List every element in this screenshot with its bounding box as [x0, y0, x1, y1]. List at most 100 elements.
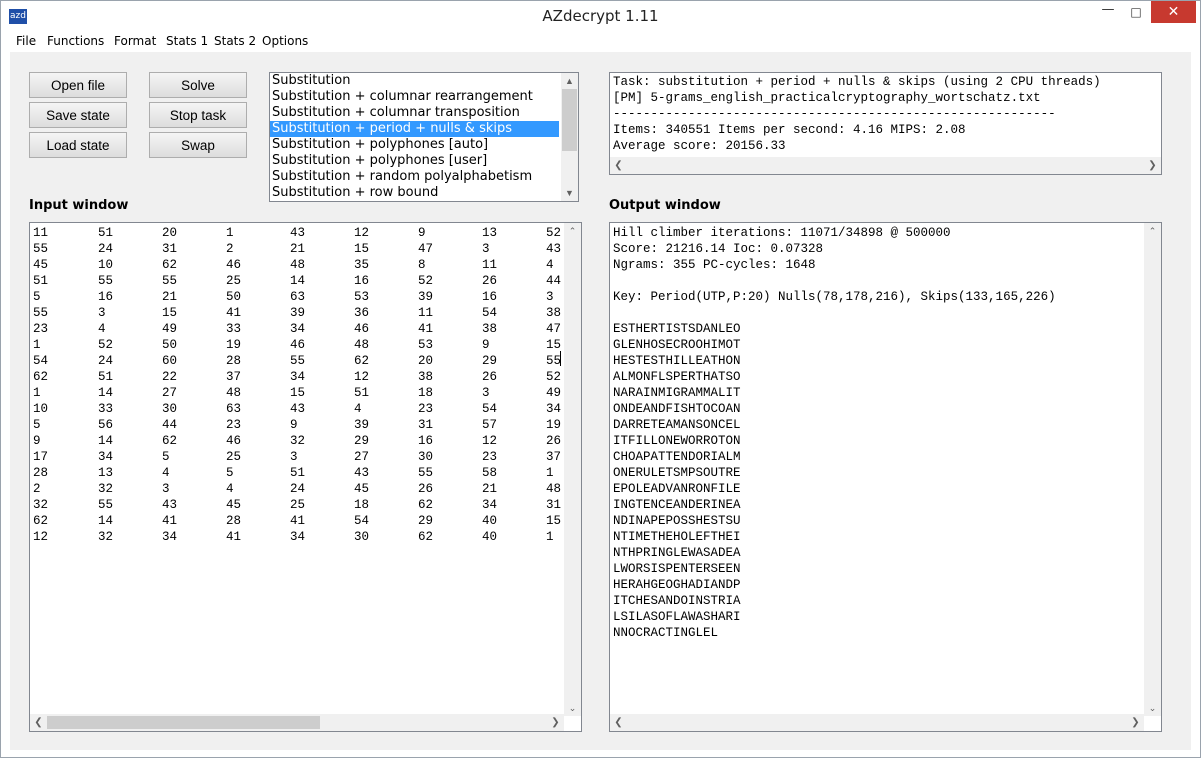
scroll-left-icon[interactable]: ❮ [30, 714, 47, 731]
output-line: NTIMETHEHOLEFTHEI [613, 530, 741, 544]
scroll-down-icon[interactable]: ⌄ [1144, 700, 1161, 716]
menu-stats-2[interactable]: Stats 2 [214, 34, 256, 48]
output-vscrollbar[interactable]: ⌃ ⌄ [1144, 223, 1161, 716]
input-cell: 25 [226, 274, 242, 288]
input-cell: 21 [290, 242, 306, 256]
scroll-up-icon[interactable]: ▲ [561, 73, 578, 89]
input-cell: 30 [418, 450, 434, 464]
scroll-right-icon[interactable]: ❯ [547, 714, 564, 731]
solve-button[interactable]: Solve [149, 72, 247, 98]
input-cell: 46 [226, 258, 242, 272]
input-cell: 32 [98, 482, 114, 496]
menu-file[interactable]: File [16, 34, 36, 48]
output-line: INGTENCEANDERINEA [613, 498, 741, 512]
output-window-label: Output window [609, 198, 721, 213]
input-cell: 24 [98, 242, 114, 256]
close-button[interactable]: ✕ [1151, 1, 1196, 23]
status-hscrollbar[interactable]: ❮ ❯ [610, 157, 1161, 174]
output-text: Hill climber iterations: 11071/34898 @ 5… [613, 225, 1056, 641]
input-cell: 34 [290, 322, 306, 336]
minimize-button[interactable]: — [1095, 1, 1121, 23]
swap-button[interactable]: Swap [149, 132, 247, 158]
output-window[interactable]: Hill climber iterations: 11071/34898 @ 5… [609, 222, 1162, 732]
input-hscrollbar[interactable]: ❮ ❯ [30, 714, 564, 731]
input-cell: 55 [162, 274, 178, 288]
input-cell: 23 [226, 418, 242, 432]
input-cell: 52 [418, 274, 434, 288]
input-row: 51 55 55 25 14 16 52 26 44 [33, 273, 563, 289]
input-cell: 8 [418, 258, 426, 272]
input-cell: 25 [290, 498, 306, 512]
menu-stats-1[interactable]: Stats 1 [166, 34, 208, 48]
input-vscrollbar[interactable]: ⌃ ⌄ [564, 223, 581, 716]
status-line: Average score: 20156.33 [613, 139, 786, 153]
input-cell: 31 [546, 498, 562, 512]
scroll-up-icon[interactable]: ⌃ [1144, 223, 1161, 239]
menu-format[interactable]: Format [114, 34, 156, 48]
input-cell: 38 [546, 306, 562, 320]
input-row: 23 4 49 33 34 46 41 38 47 [33, 321, 563, 337]
input-cell: 23 [482, 450, 498, 464]
solver-list-item[interactable]: Substitution + period + nulls & skips [270, 121, 559, 137]
input-row: 9 14 62 46 32 29 16 12 26 [33, 433, 563, 449]
input-cell: 9 [33, 434, 41, 448]
input-cell: 32 [98, 530, 114, 544]
input-cell: 15 [290, 386, 306, 400]
output-line: ONERULETSMPSOUTRE [613, 466, 741, 480]
output-hscrollbar[interactable]: ❮ ❯ [610, 714, 1144, 731]
maximize-button[interactable]: □ [1123, 1, 1149, 23]
status-window[interactable]: Task: substitution + period + nulls & sk… [609, 72, 1162, 175]
input-window-label: Input window [29, 198, 129, 213]
input-cell: 48 [290, 258, 306, 272]
menu-options[interactable]: Options [262, 34, 308, 48]
save-state-button[interactable]: Save state [29, 102, 127, 128]
solver-list-item[interactable]: Substitution + random polyalphabetism [270, 169, 559, 185]
solver-list-item[interactable]: Substitution + polyphones [user] [270, 153, 559, 169]
scroll-thumb[interactable] [47, 716, 320, 729]
input-cell: 16 [418, 434, 434, 448]
status-line: ----------------------------------------… [613, 107, 1056, 121]
open-file-button[interactable]: Open file [29, 72, 127, 98]
input-window[interactable]: 11 51 20 1 43 12 9 13 52 55 24 31 2 21 15 47 3 43 45 10 62 46… [29, 222, 582, 732]
scroll-down-icon[interactable]: ⌄ [564, 700, 581, 716]
solver-list-item[interactable]: Substitution + polyphones [auto] [270, 137, 559, 153]
solver-list-item[interactable]: Substitution + columnar rearrangement [270, 89, 559, 105]
menu-bar: File Functions Format Stats 1 Stats 2 Op… [1, 32, 1200, 52]
input-cell: 16 [354, 274, 370, 288]
input-cell: 44 [546, 274, 562, 288]
solver-list[interactable]: Substitution Substitution + columnar rear… [269, 72, 579, 202]
scroll-right-icon[interactable]: ❯ [1144, 157, 1161, 174]
menu-functions[interactable]: Functions [47, 34, 104, 48]
solver-list-items: Substitution Substitution + columnar rear… [270, 73, 578, 201]
input-cell: 2 [33, 482, 41, 496]
load-state-button[interactable]: Load state [29, 132, 127, 158]
input-row: 45 10 62 46 48 35 8 11 4 [33, 257, 563, 273]
input-row: 11 51 20 1 43 12 9 13 52 [33, 225, 563, 241]
scroll-right-icon[interactable]: ❯ [1127, 714, 1144, 731]
solver-list-item[interactable]: Substitution + row bound [270, 185, 559, 201]
input-cell: 52 [546, 226, 562, 240]
output-line: GLENHOSECROOHIMOT [613, 338, 741, 352]
scroll-down-icon[interactable]: ▼ [561, 185, 578, 201]
input-cell: 54 [354, 514, 370, 528]
solver-list-item[interactable]: Substitution [270, 73, 559, 89]
input-cell: 38 [418, 370, 434, 384]
scroll-left-icon[interactable]: ❮ [610, 157, 627, 174]
output-line: ESTHERTISTSDANLEO [613, 322, 741, 336]
input-cell: 14 [290, 274, 306, 288]
input-cell: 24 [98, 354, 114, 368]
input-cell: 32 [290, 434, 306, 448]
solver-list-item[interactable]: Substitution + columnar transposition [270, 105, 559, 121]
input-cell: 48 [546, 482, 562, 496]
input-cell: 15 [162, 306, 178, 320]
input-cell: 41 [418, 322, 434, 336]
status-text: Task: substitution + period + nulls & sk… [610, 73, 1161, 154]
scroll-thumb[interactable] [562, 89, 577, 151]
input-cell: 26 [482, 274, 498, 288]
input-cell: 60 [162, 354, 178, 368]
scroll-left-icon[interactable]: ❮ [610, 714, 627, 731]
title-bar[interactable]: azd AZdecrypt 1.11 — □ ✕ [1, 1, 1200, 31]
scroll-up-icon[interactable]: ⌃ [564, 223, 581, 239]
solver-list-scrollbar[interactable]: ▲ ▼ [561, 73, 578, 201]
stop-task-button[interactable]: Stop task [149, 102, 247, 128]
